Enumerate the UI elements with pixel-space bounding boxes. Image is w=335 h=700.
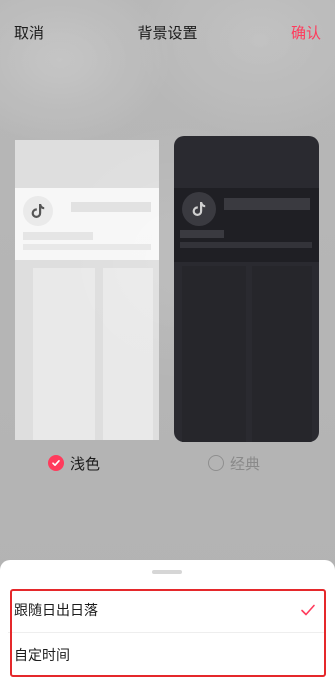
- preview-placeholder-bar: [23, 244, 151, 250]
- preview-placeholder-column: [33, 268, 95, 440]
- classic-theme-preview[interactable]: [174, 136, 319, 442]
- tiktok-logo-icon: [23, 196, 53, 226]
- theme-option-classic[interactable]: 经典: [208, 452, 260, 474]
- preview-placeholder-bar: [224, 198, 310, 210]
- confirm-button[interactable]: 确认: [291, 22, 321, 43]
- bottom-sheet: 跟随日出日落 自定时间: [0, 560, 335, 700]
- preview-placeholder-column: [252, 266, 312, 442]
- option-label: 自定时间: [14, 648, 70, 664]
- page-title: 背景设置: [137, 24, 198, 42]
- preview-placeholder-bar: [180, 242, 312, 248]
- option-follow-sunrise-sunset[interactable]: 跟随日出日落: [8, 588, 326, 632]
- checkmark-icon: [301, 604, 315, 616]
- preview-placeholder-bar: [71, 202, 151, 212]
- light-theme-preview[interactable]: [15, 140, 159, 440]
- theme-option-label: 浅色: [70, 454, 101, 473]
- preview-placeholder-column: [103, 268, 153, 440]
- preview-placeholder-bar: [23, 232, 93, 240]
- option-custom-time[interactable]: 自定时间: [8, 632, 326, 677]
- theme-option-light[interactable]: 浅色: [48, 452, 100, 474]
- preview-placeholder-bar: [180, 230, 224, 238]
- tiktok-logo-icon: [182, 192, 216, 226]
- option-label: 跟随日出日落: [14, 603, 98, 619]
- header-bar: 取消 背景设置 确认: [0, 18, 335, 46]
- drag-handle[interactable]: [152, 570, 182, 574]
- theme-option-label: 经典: [230, 454, 261, 473]
- preview-placeholder-column: [182, 266, 246, 442]
- radio-checked-icon[interactable]: [48, 455, 64, 471]
- radio-unchecked-icon[interactable]: [208, 455, 224, 471]
